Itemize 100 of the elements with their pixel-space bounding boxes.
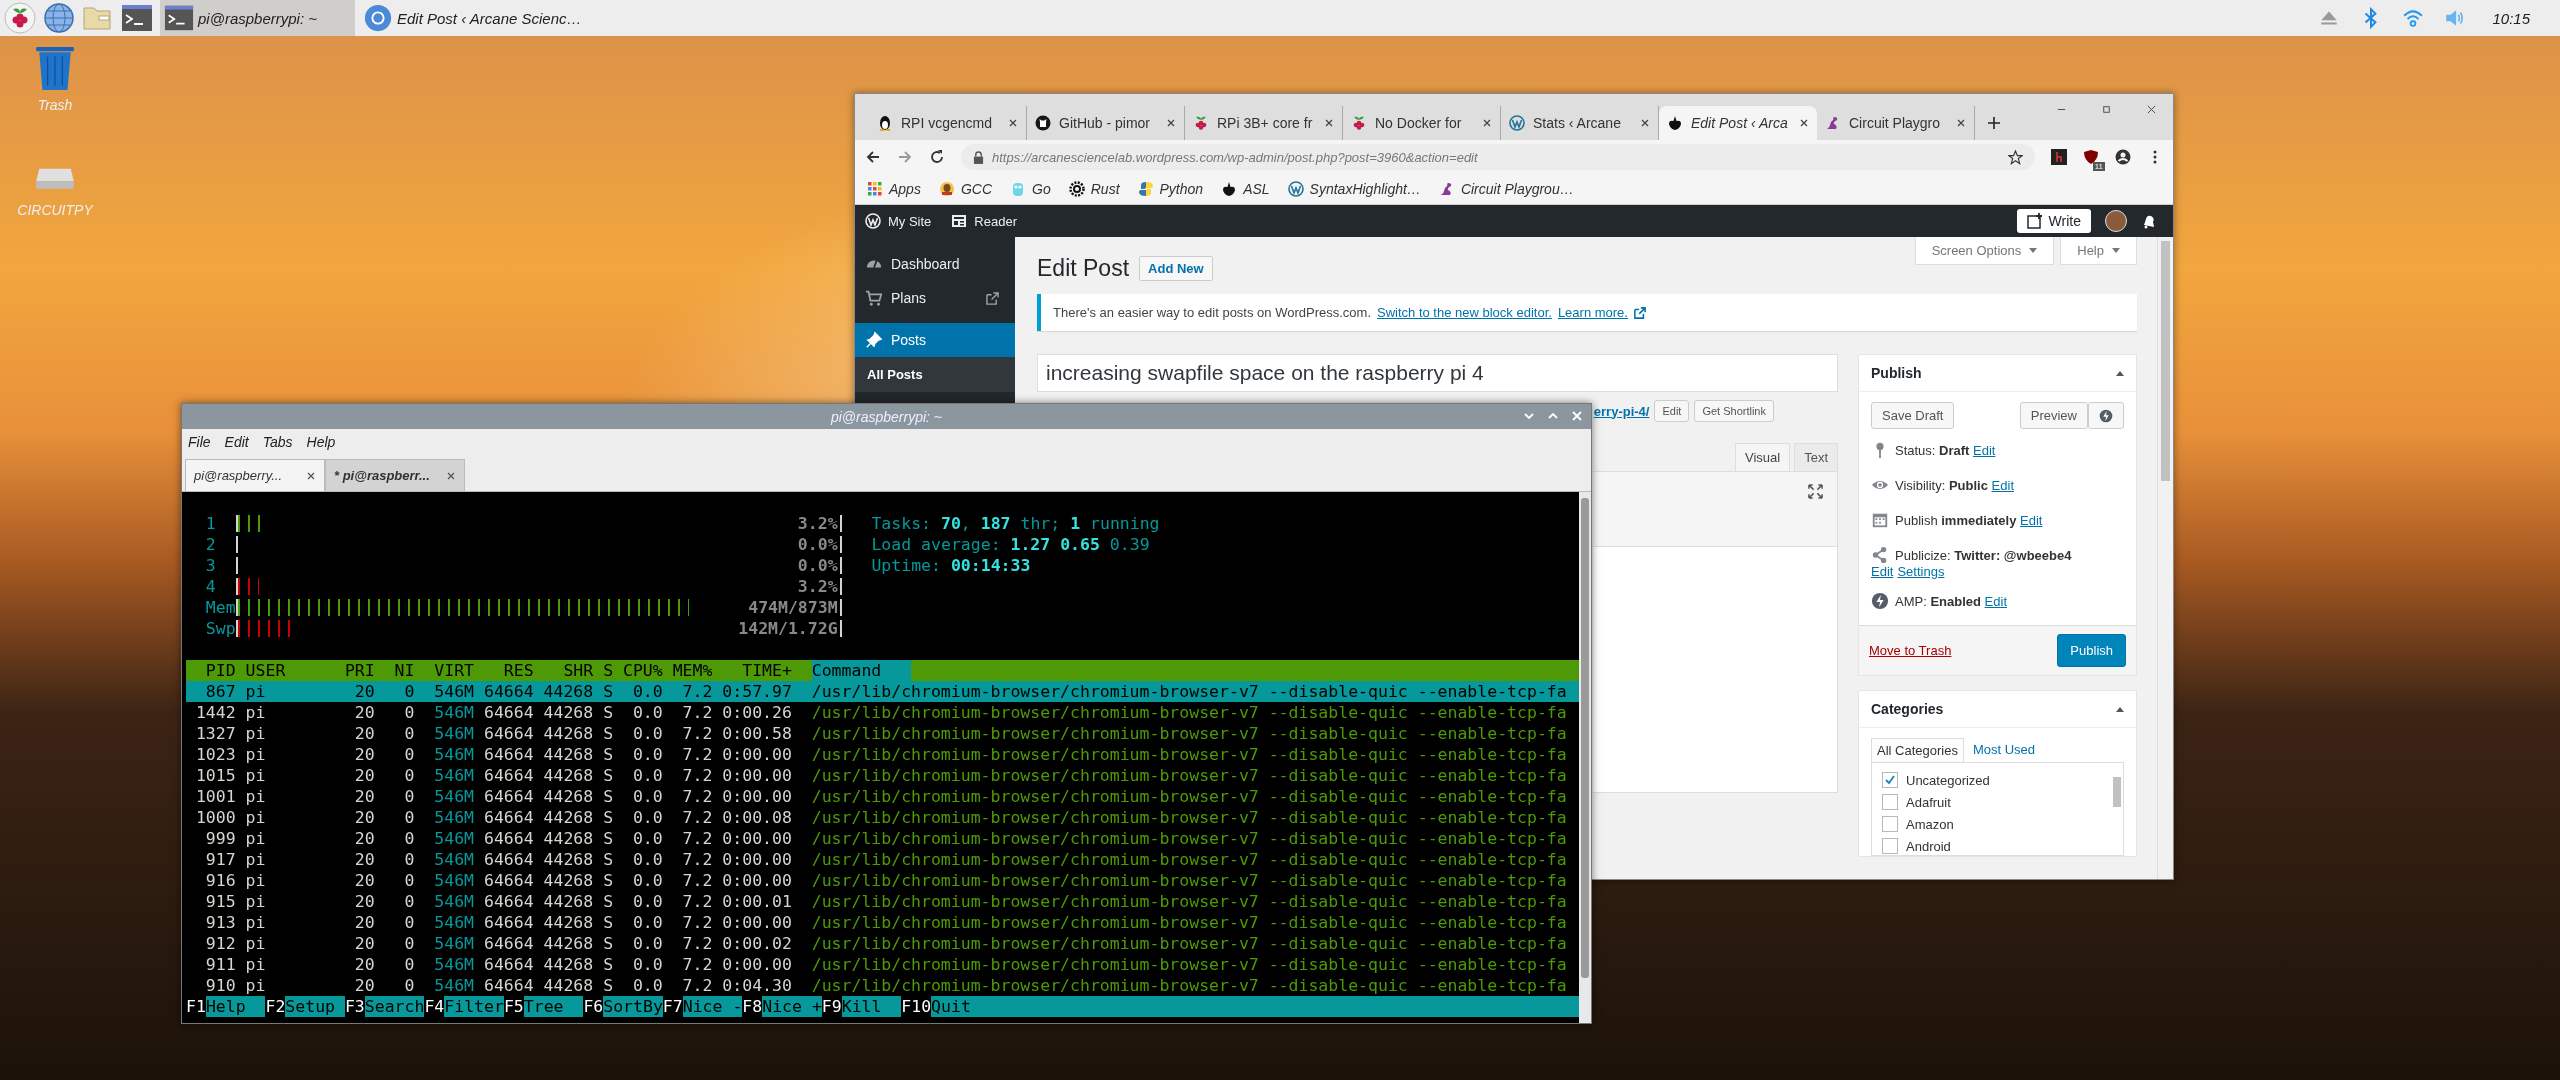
sidebar-item[interactable]: Posts — [855, 323, 1015, 357]
back-arrow-icon[interactable] — [865, 149, 881, 165]
function-key[interactable]: F8Nice + — [742, 996, 822, 1017]
menu-item[interactable]: Edit — [224, 434, 249, 450]
bookmark[interactable]: Circuit Playgrou… — [1438, 181, 1574, 197]
trash-can-icon[interactable] — [33, 45, 77, 91]
process-row[interactable]: 911 pi 20 0 546M 64664 44268 S 0.0 7.2 0:00.00 /usr/lib/chromium-browser/chromium-browser-v7 --disable-quic --enable-tcp-fa — [186, 954, 1579, 975]
address-bar[interactable]: https://arcanesciencelab.wordpress.com/wp-admin/post.php?post=3960&action=edit — [961, 144, 2035, 170]
process-row[interactable]: 1327 pi 20 0 546M 64664 44268 S 0.0 7.2 0:00.58 /usr/lib/chromium-browser/chromium-browser-v7 --disable-quic --enable-tcp-fa — [186, 723, 1579, 744]
close-icon[interactable] — [2146, 104, 2157, 115]
taskbar-button[interactable]: pi@raspberrypi: ~ — [160, 0, 355, 36]
function-key[interactable]: F2Setup — [265, 996, 345, 1017]
preview-button[interactable]: Preview — [2019, 402, 2088, 429]
close-icon[interactable] — [306, 470, 316, 481]
close-icon[interactable] — [1008, 118, 1018, 128]
browser-tab[interactable]: Circuit Playgro — [1817, 106, 1975, 140]
wifi-icon[interactable] — [2402, 7, 2425, 29]
browser-tab[interactable]: GitHub - pimor — [1027, 106, 1185, 140]
bookmark[interactable]: Python — [1137, 181, 1204, 197]
raspberry-menu-icon[interactable] — [4, 2, 36, 34]
edit-link[interactable]: Edit — [1984, 593, 2007, 609]
column-header[interactable]: S — [593, 660, 614, 681]
process-row[interactable]: 1000 pi 20 0 546M 64664 44268 S 0.0 7.2 0:00.08 /usr/lib/chromium-browser/chromium-browser-v7 --disable-quic --enable-tcp-fa — [186, 807, 1579, 828]
function-key[interactable]: F3Search — [344, 996, 425, 1017]
plus-icon[interactable] — [1987, 116, 2001, 130]
function-key[interactable]: F6SortBy — [583, 996, 663, 1017]
checkbox[interactable] — [1882, 816, 1898, 832]
terminal-tab[interactable]: pi@raspberry... — [185, 459, 325, 491]
bell-icon[interactable] — [2141, 213, 2157, 229]
process-row[interactable]: 1015 pi 20 0 546M 64664 44268 S 0.0 7.2 0:00.00 /usr/lib/chromium-browser/chromium-browser-v7 --disable-quic --enable-tcp-fa — [186, 765, 1579, 786]
scrollbar[interactable] — [2113, 777, 2121, 807]
menu-item[interactable]: File — [188, 434, 211, 450]
column-header[interactable]: NI — [374, 660, 415, 681]
shield-icon[interactable] — [2083, 149, 2099, 165]
close-icon[interactable] — [1640, 118, 1650, 128]
taskbar-button[interactable]: Edit Post ‹ Arcane Scienc… — [359, 0, 586, 36]
setting-link[interactable]: Settings — [1897, 564, 1945, 579]
close-icon[interactable] — [1956, 118, 1966, 128]
column-header[interactable]: MEM% — [662, 660, 713, 681]
column-header[interactable]: SHR — [533, 660, 594, 681]
checkbox[interactable] — [1882, 794, 1898, 810]
checkbox[interactable] — [1882, 838, 1898, 854]
process-row[interactable]: 917 pi 20 0 546M 64664 44268 S 0.0 7.2 0:00.00 /usr/lib/chromium-browser/chromium-browser-v7 --disable-quic --enable-tcp-fa — [186, 849, 1579, 870]
column-header[interactable]: TIME+ — [712, 660, 792, 681]
terminal-icon[interactable] — [121, 2, 153, 34]
process-row[interactable]: 913 pi 20 0 546M 64664 44268 S 0.0 7.2 0:00.00 /usr/lib/chromium-browser/chromium-browser-v7 --disable-quic --enable-tcp-fa — [186, 912, 1579, 933]
process-row[interactable]: 910 pi 20 0 546M 64664 44268 S 0.0 7.2 0:04.30 /usr/lib/chromium-browser/chromium-browser-v7 --disable-quic --enable-tcp-fa — [186, 975, 1579, 996]
bookmark[interactable]: Rust — [1068, 181, 1120, 197]
permalink-link[interactable]: erry-pi-4/ — [1593, 403, 1650, 419]
reader-link[interactable]: Reader — [941, 213, 1027, 229]
publish-button[interactable]: Publish — [2057, 634, 2126, 667]
checkbox[interactable] — [1882, 772, 1898, 788]
editor-tab[interactable]: Visual — [1734, 443, 1791, 471]
terminal-tab[interactable]: * pi@raspberr... — [325, 459, 465, 491]
extension-icon[interactable] — [2051, 149, 2067, 165]
bookmark[interactable]: Go — [1010, 181, 1051, 197]
function-key[interactable]: F1Help — [186, 996, 266, 1017]
reload-icon[interactable] — [929, 149, 945, 165]
screen-options-button[interactable]: Screen Options — [1914, 237, 2055, 265]
bookmark[interactable]: SyntaxHighlight… — [1287, 181, 1421, 197]
scrollbar[interactable] — [1579, 492, 1591, 1023]
save-draft-button[interactable]: Save Draft — [1871, 402, 1955, 429]
browser-tab[interactable]: Edit Post ‹ Arca — [1659, 106, 1817, 140]
sidebar-item[interactable]: Plans — [855, 281, 1015, 315]
permalink-button[interactable]: Edit — [1654, 400, 1690, 422]
column-header[interactable]: PRI — [335, 660, 375, 681]
process-row[interactable]: 912 pi 20 0 546M 64664 44268 S 0.0 7.2 0:00.02 /usr/lib/chromium-browser/chromium-browser-v7 --disable-quic --enable-tcp-fa — [186, 933, 1579, 954]
profile-icon[interactable] — [2115, 149, 2131, 165]
function-key[interactable]: F10Quit — [901, 996, 991, 1017]
process-row[interactable]: 1001 pi 20 0 546M 64664 44268 S 0.0 7.2 0:00.00 /usr/lib/chromium-browser/chromium-browser-v7 --disable-quic --enable-tcp-fa — [186, 786, 1579, 807]
column-header[interactable]: RES — [474, 660, 534, 681]
function-key[interactable]: F4Filter — [424, 996, 504, 1017]
notice-link[interactable]: Learn more. — [1557, 305, 1628, 320]
bookmark[interactable]: Apps — [867, 181, 921, 197]
edit-link[interactable]: Edit — [1973, 442, 1996, 458]
process-row[interactable]: 867 pi 20 0 546M 64664 44268 S 0.0 7.2 0:57.97 /usr/lib/chromium-browser/chromium-browser-v7 --disable-quic --enable-tcp-fa — [186, 681, 1579, 702]
setting-link[interactable]: Edit — [1871, 564, 1894, 579]
browser-tab[interactable]: RPi 3B+ core fr — [1185, 106, 1343, 140]
fullscreen-icon[interactable] — [1808, 484, 1823, 499]
bookmark[interactable]: ASL — [1221, 181, 1270, 197]
edit-link[interactable]: Edit — [1991, 477, 2014, 493]
bookmark[interactable]: GCC — [938, 181, 993, 197]
menu-item[interactable]: Tabs — [262, 434, 293, 450]
close-icon[interactable] — [1166, 118, 1176, 128]
chevron-down-icon[interactable] — [1523, 410, 1535, 422]
collapse-arrow-icon[interactable] — [2116, 370, 2124, 376]
post-title-field[interactable]: increasing swapfile space on the raspberry pi 4 — [1037, 354, 1838, 392]
browser-tab[interactable]: RPI vcgencmd — [869, 106, 1027, 140]
function-key[interactable]: F7Nice - — [662, 996, 743, 1017]
column-header[interactable]: Command — [811, 660, 912, 681]
browser-tab[interactable]: No Docker for — [1343, 106, 1501, 140]
column-header[interactable]: VIRT — [414, 660, 475, 681]
close-icon[interactable] — [446, 470, 456, 481]
column-header[interactable]: USER — [235, 660, 335, 681]
maximize-icon[interactable] — [2101, 104, 2112, 115]
process-row[interactable]: 915 pi 20 0 546M 64664 44268 S 0.0 7.2 0:00.01 /usr/lib/chromium-browser/chromium-browser-v7 --disable-quic --enable-tcp-fa — [186, 891, 1579, 912]
process-row[interactable]: 916 pi 20 0 546M 64664 44268 S 0.0 7.2 0:00.00 /usr/lib/chromium-browser/chromium-browser-v7 --disable-quic --enable-tcp-fa — [186, 870, 1579, 891]
column-header[interactable]: PID — [186, 660, 236, 681]
menu-item[interactable]: Help — [306, 434, 336, 450]
process-row[interactable]: 1442 pi 20 0 546M 64664 44268 S 0.0 7.2 0:00.26 /usr/lib/chromium-browser/chromium-browser-v7 --disable-quic --enable-tcp-fa — [186, 702, 1579, 723]
